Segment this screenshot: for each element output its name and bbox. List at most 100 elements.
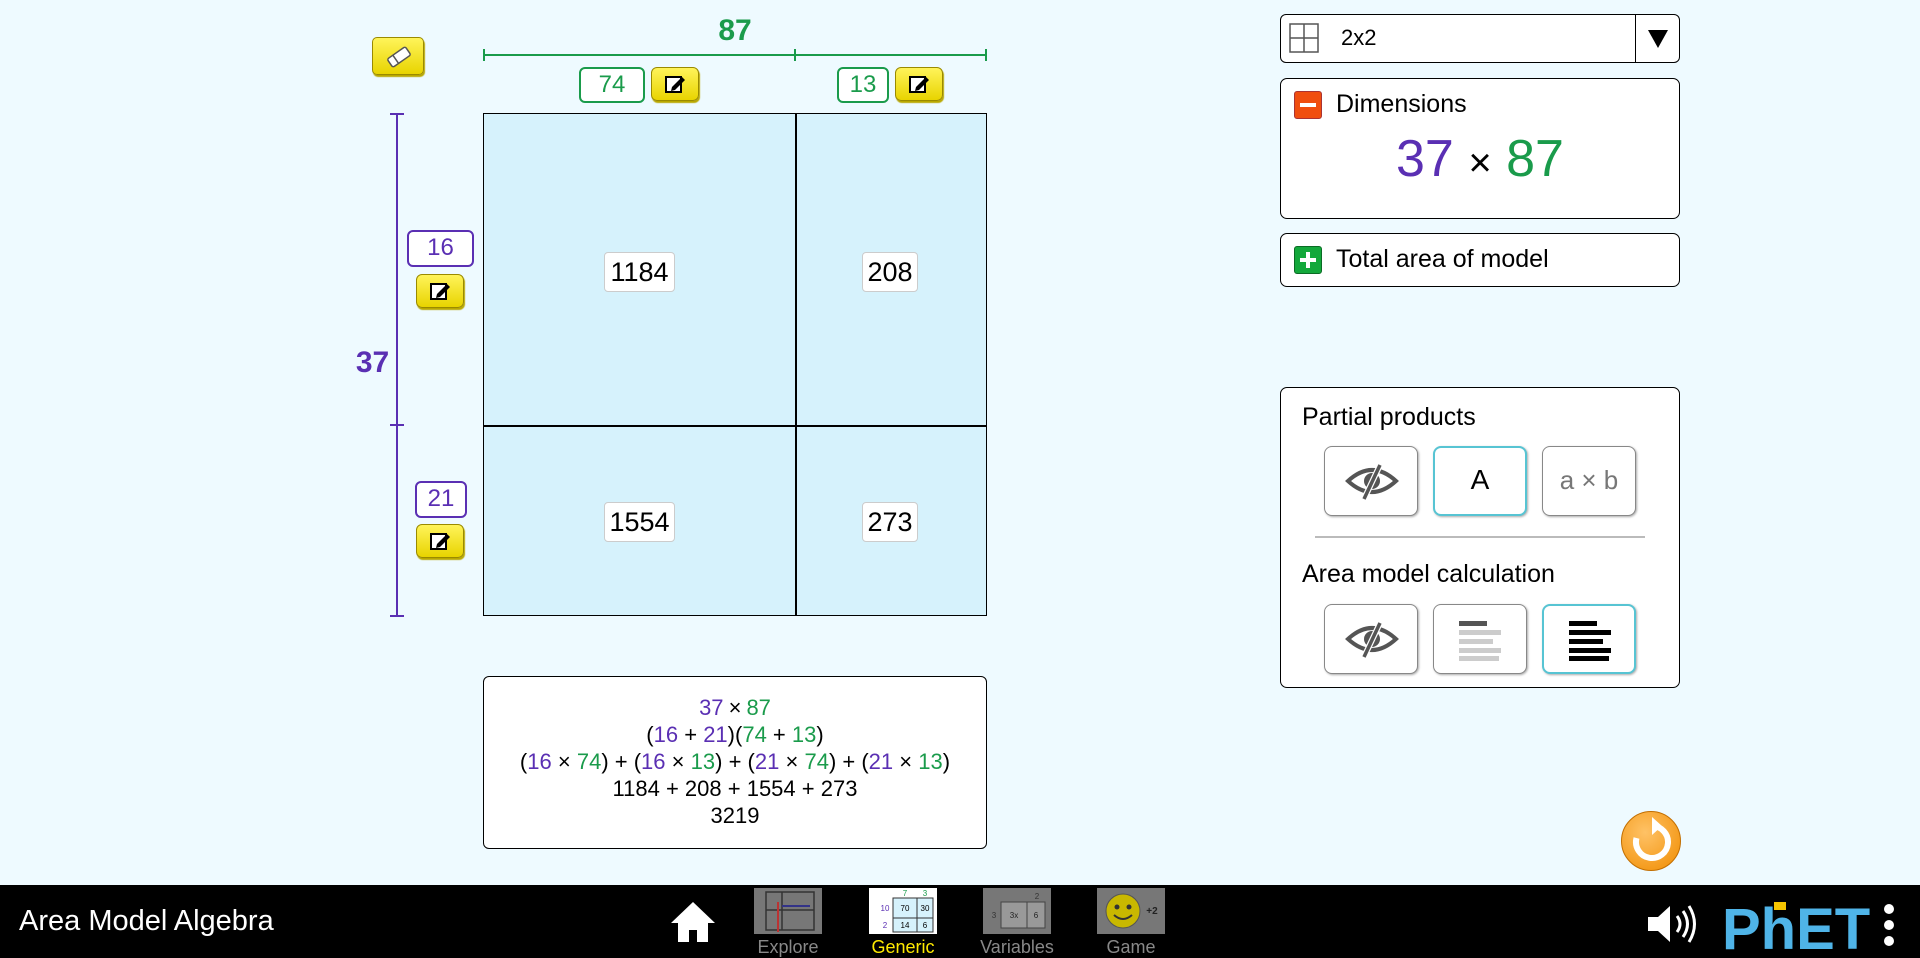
variables-thumbnail-icon: 2 3 3x 6 — [983, 888, 1051, 934]
layout-select-value: 2x2 — [1341, 25, 1377, 50]
explore-thumbnail-icon — [754, 888, 822, 934]
triangle-down-icon — [1648, 30, 1668, 48]
phet-logo[interactable]: PhET — [1722, 896, 1872, 958]
generic-thumb-row1-cell2: 30 — [921, 904, 930, 913]
tab-game-label: Game — [1106, 937, 1156, 957]
tab-variables-label: Variables — [980, 937, 1054, 957]
edit-height-part-2-button[interactable] — [416, 524, 464, 558]
options-menu-button[interactable] — [1882, 902, 1896, 948]
tab-explore[interactable]: Explore — [752, 888, 824, 958]
generic-thumb-row2-cell2: 6 — [923, 921, 928, 930]
app-title: Area Model Algebra — [19, 905, 274, 937]
kebab-menu-icon — [1884, 904, 1894, 946]
width-part-2-value[interactable]: 13 — [837, 67, 889, 103]
variables-thumb-left: 3 — [992, 911, 997, 920]
game-thumbnail-icon: +2 — [1097, 888, 1165, 934]
total-area-panel-title: Total area of model — [1336, 245, 1549, 273]
width-tick-left — [483, 49, 485, 61]
calc-line-4: 1184 + 208 + 1554 + 273 — [612, 776, 858, 801]
partial-products-factors-button[interactable]: a × b — [1542, 446, 1636, 516]
grid-horizontal-divider — [484, 425, 986, 427]
dimensions-expression: 37 × 87 — [1396, 130, 1564, 188]
dimensions-panel: Dimensions 37 × 87 — [1280, 78, 1680, 219]
edit-width-part-2-button[interactable] — [895, 67, 943, 101]
width-total-label: 87 — [718, 14, 752, 47]
home-icon — [671, 902, 715, 942]
tab-explore-label: Explore — [757, 937, 819, 957]
expand-total-area-button[interactable] — [1294, 246, 1322, 274]
height-tick-top — [390, 113, 404, 115]
variables-thumb-cell1: 3x — [1010, 911, 1018, 920]
partial-products-hide-button[interactable] — [1324, 446, 1418, 516]
generic-thumbnail-icon: 7 3 10 70 30 2 14 6 — [869, 888, 937, 934]
width-tick-right — [985, 49, 987, 61]
phet-logo-text: PhET — [1722, 897, 1870, 954]
width-dimension-line — [484, 54, 987, 56]
generic-thumb-row1-label: 10 — [881, 904, 890, 913]
calculation-line-by-line-button[interactable] — [1433, 604, 1527, 674]
options-panel: Partial products A a × b Area model calc… — [1280, 387, 1680, 688]
calculation-all-lines-button[interactable] — [1542, 604, 1636, 674]
grid-vertical-divider — [795, 114, 797, 615]
eraser-button[interactable] — [372, 37, 424, 75]
area-model-grid: 1184 208 1554 273 — [483, 113, 987, 616]
partial-product-bottom-left: 1554 — [604, 502, 675, 542]
partial-products-title: Partial products — [1302, 403, 1476, 431]
layout-select-separator — [1634, 15, 1636, 62]
eraser-icon — [387, 46, 411, 68]
generic-thumb-top-2: 3 — [923, 889, 928, 898]
calc-line-5: 3219 — [710, 803, 760, 828]
tab-variables[interactable]: 2 3 3x 6 Variables — [980, 888, 1054, 958]
total-area-panel: Total area of model — [1280, 233, 1680, 287]
plus-icon — [1300, 252, 1316, 268]
lines-faded-icon — [1459, 621, 1501, 661]
tab-generic-label: Generic — [871, 937, 935, 957]
partial-product-bottom-right: 273 — [862, 502, 918, 542]
tab-generic[interactable]: 7 3 10 70 30 2 14 6 Generic — [867, 888, 939, 958]
calculation-panel: 37 × 87 (16 + 21)(74 + 13) (16 × 74) + (… — [483, 676, 987, 849]
collapse-dimensions-button[interactable] — [1294, 91, 1322, 119]
edit-icon — [430, 533, 450, 550]
calc-line-1: 37 × 87 — [699, 695, 771, 720]
minus-icon — [1300, 103, 1316, 107]
width-tick-mid — [794, 49, 796, 61]
edit-height-part-1-button[interactable] — [416, 274, 464, 308]
height-tick-mid — [390, 424, 404, 426]
generic-thumb-row2-cell1: 14 — [901, 921, 910, 930]
home-button[interactable] — [668, 899, 718, 945]
sound-toggle-button[interactable] — [1644, 902, 1700, 946]
reset-icon — [1633, 817, 1671, 861]
grid-layout-icon — [1289, 23, 1319, 53]
eye-hidden-icon — [1345, 621, 1399, 659]
calc-line-3: (16 × 74) + (16 × 13) + (21 × 74) + (21 … — [519, 749, 951, 774]
height-part-2-value[interactable]: 21 — [415, 481, 467, 518]
lines-all-icon — [1569, 621, 1611, 661]
variables-thumb-top: 2 — [1035, 892, 1040, 901]
layout-select[interactable]: 2x2 — [1280, 14, 1680, 63]
calc-line-2: (16 + 21)(74 + 13) — [646, 722, 824, 747]
variables-thumb-cell2: 6 — [1034, 911, 1039, 920]
edit-icon — [430, 283, 450, 300]
generic-thumb-row1-cell1: 70 — [901, 904, 910, 913]
partial-products-total-button[interactable]: A — [1433, 446, 1527, 516]
reset-all-button[interactable] — [1621, 811, 1681, 871]
area-model-calculation-title: Area model calculation — [1302, 560, 1555, 588]
dimensions-panel-title: Dimensions — [1336, 90, 1467, 118]
partial-product-top-left: 1184 — [604, 252, 675, 292]
edit-icon — [665, 76, 685, 93]
partial-product-top-right: 208 — [862, 252, 918, 292]
width-part-1-value[interactable]: 74 — [579, 67, 645, 103]
edit-icon — [909, 76, 929, 93]
game-badge: +2 — [1146, 906, 1158, 917]
options-divider — [1315, 536, 1645, 538]
tab-game[interactable]: +2 Game — [1095, 888, 1167, 958]
phet-logo-icon: PhET — [1722, 897, 1870, 958]
calculation-hide-button[interactable] — [1324, 604, 1418, 674]
speaker-icon — [1648, 905, 1696, 943]
height-tick-bottom — [390, 615, 404, 617]
eye-hidden-icon — [1345, 463, 1399, 501]
navigation-bar — [0, 885, 1920, 958]
height-part-1-value[interactable]: 16 — [407, 230, 474, 267]
edit-width-part-1-button[interactable] — [651, 67, 699, 101]
generic-thumb-row2-label: 2 — [883, 921, 888, 930]
